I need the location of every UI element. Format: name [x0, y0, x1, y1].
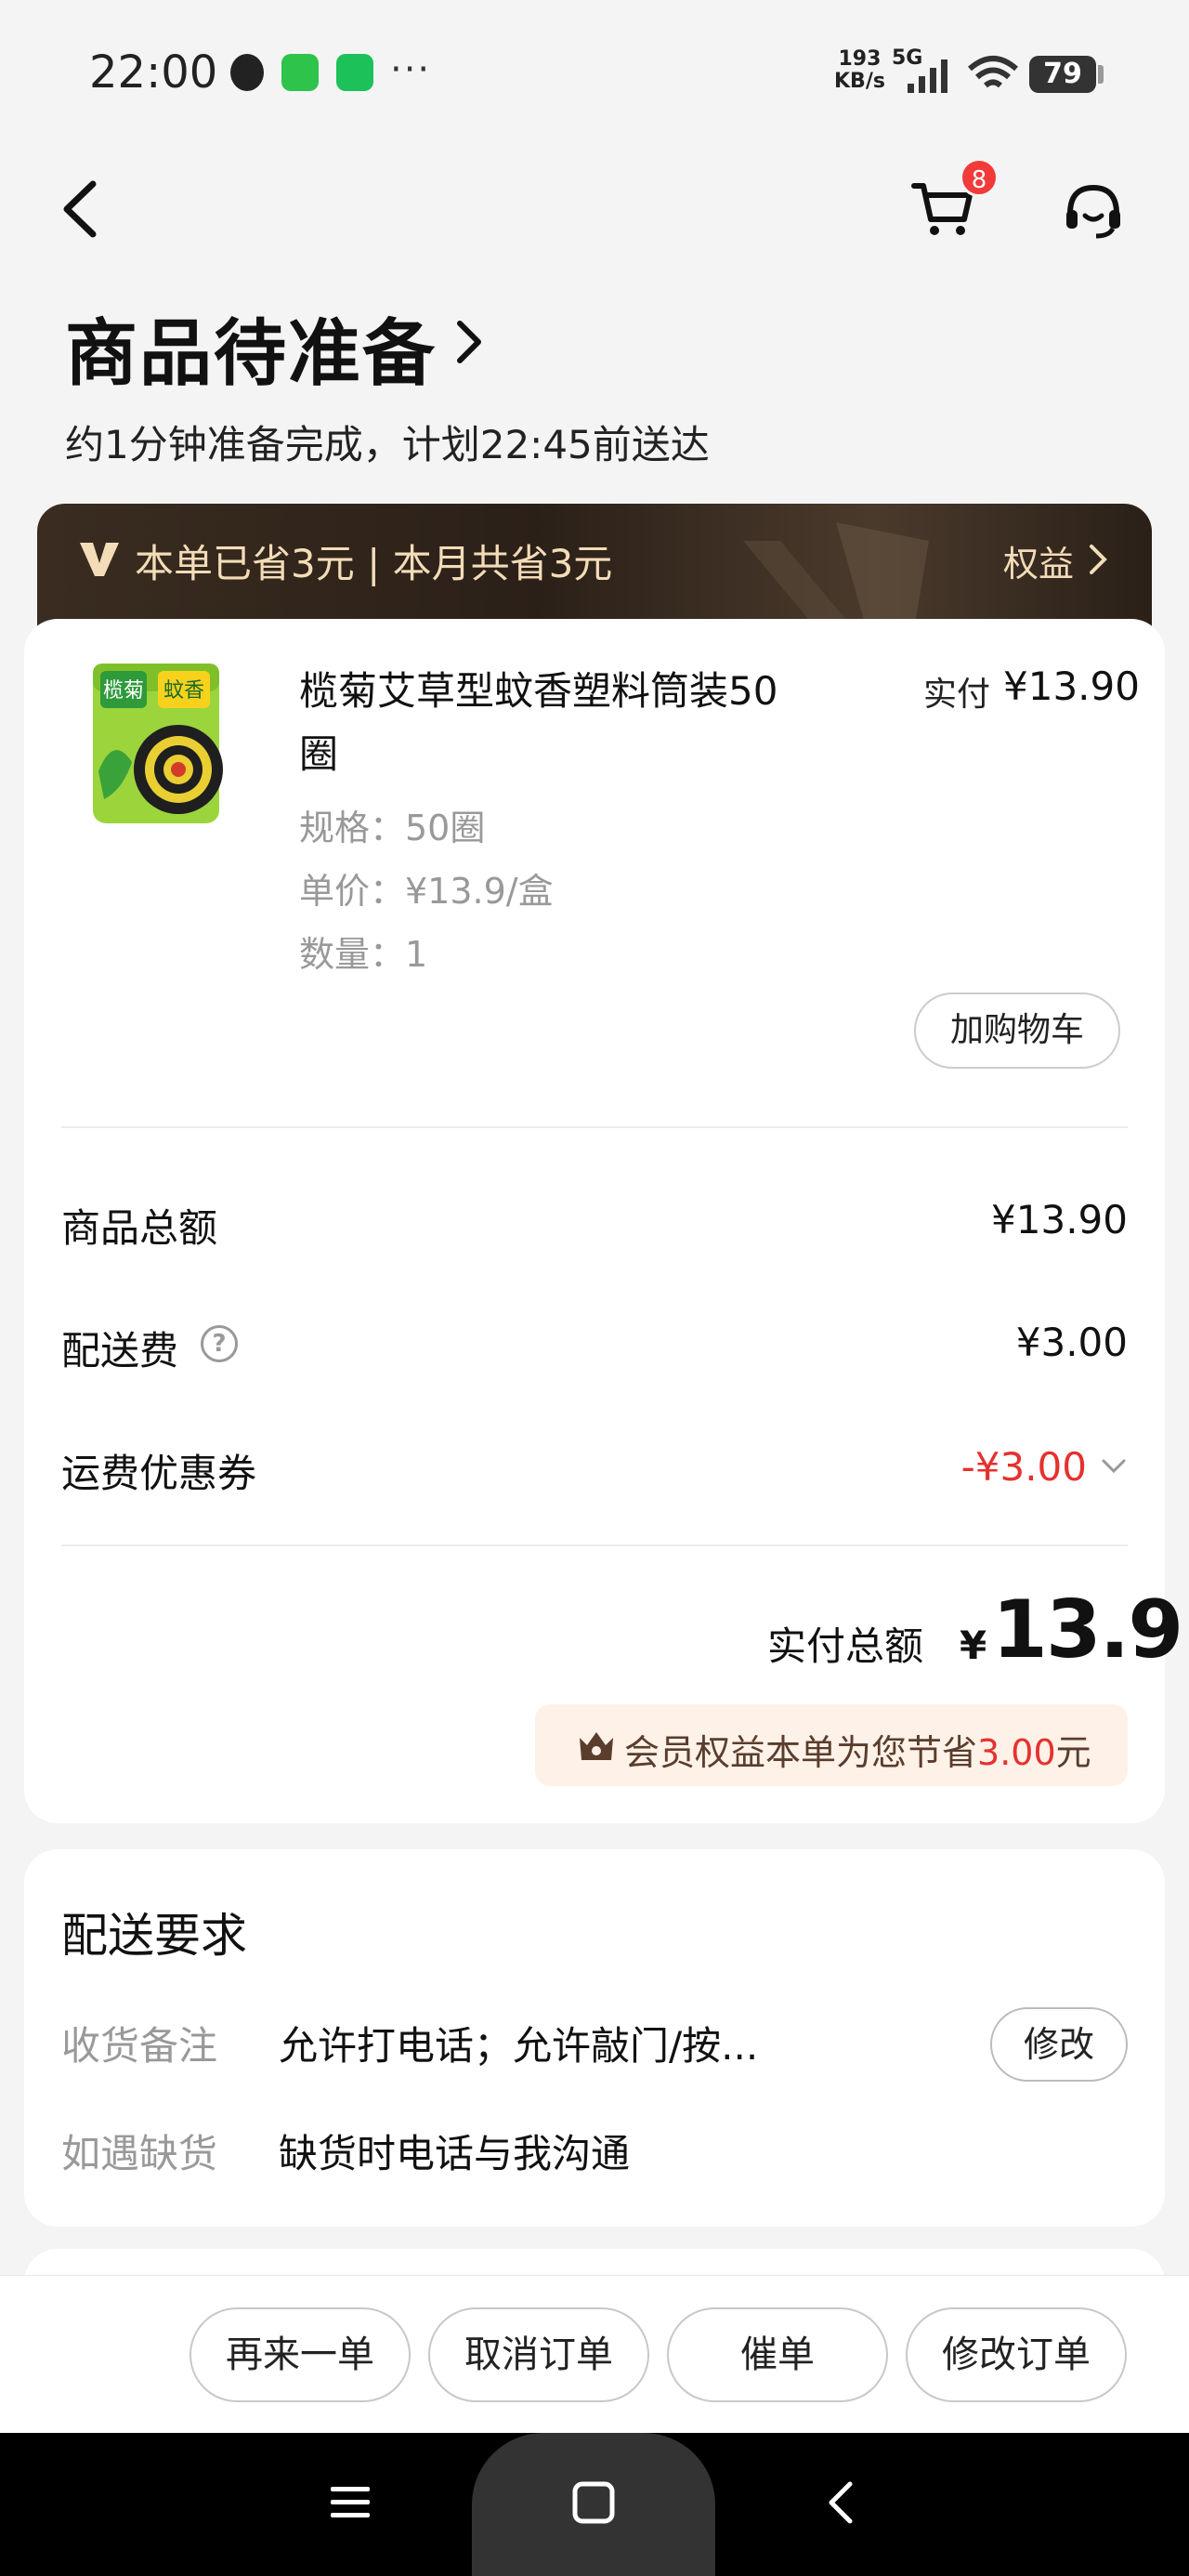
member-savings-text: 会员权益本单为您节省3.00元: [624, 1724, 1091, 1775]
wechat-icon: [336, 54, 373, 91]
customer-service-button[interactable]: [1061, 178, 1126, 243]
product-type-label: 蚊香: [163, 679, 204, 703]
vip-logo-icon: [80, 543, 119, 576]
benefits-link[interactable]: 权益: [1003, 535, 1074, 586]
chevron-down-icon[interactable]: [1100, 1455, 1128, 1478]
savings-text: 本单已省3元 | 本月共省3元: [135, 541, 613, 586]
coupon-value[interactable]: -¥3.00: [961, 1444, 1087, 1490]
member-savings-suffix: 元: [1055, 1732, 1091, 1773]
net-speed-value: 193: [838, 47, 882, 71]
goods-total-value: ¥13.90: [991, 1197, 1128, 1242]
delivery-note-label: 收货备注: [61, 2023, 218, 2069]
page-title[interactable]: 商品待准备: [65, 296, 437, 400]
battery-cap: [1098, 65, 1104, 84]
divider: [61, 1544, 1128, 1546]
coupon-label: 运费优惠券: [61, 1451, 257, 1496]
product-name[interactable]: 榄菊艾草型蚊香塑料筒装50圈: [299, 660, 801, 786]
net-speed: 193 KB/s: [834, 48, 885, 93]
delivery-fee-label: 配送费: [61, 1328, 179, 1373]
product-image[interactable]: 榄菊 蚊香: [85, 660, 227, 827]
signal-icon: [908, 59, 947, 93]
stockout-value: 缺货时电话与我沟通: [279, 2131, 631, 2176]
stockout-label: 如遇缺货: [61, 2131, 218, 2176]
help-icon[interactable]: ?: [201, 1325, 238, 1362]
chevron-right-icon[interactable]: [451, 314, 488, 370]
paid-total-label: 实付总额: [767, 1623, 924, 1669]
net-speed-unit: KB/s: [834, 70, 885, 93]
urge-order-button[interactable]: 催单: [667, 2307, 888, 2402]
goods-total-label: 商品总额: [61, 1205, 218, 1251]
member-savings-prefix: 会员权益本单为您节省: [624, 1732, 978, 1773]
wifi-icon: [968, 56, 1018, 88]
delivery-estimate: 约1分钟准备完成，计划22:45前送达: [65, 422, 710, 467]
product-brand-label: 榄菊: [103, 679, 144, 703]
menu-icon[interactable]: [327, 2479, 373, 2526]
crown-bag-icon: [580, 1732, 613, 1760]
add-to-cart-button[interactable]: 加购物车: [914, 992, 1120, 1069]
headset-icon: [1066, 184, 1120, 239]
battery-icon: 79: [1029, 56, 1096, 93]
modify-order-button[interactable]: 修改订单: [906, 2307, 1127, 2402]
paid-total-currency: ¥: [960, 1623, 987, 1668]
paid-label: 实付: [923, 676, 991, 714]
product-quantity: 数量：1: [299, 934, 428, 975]
qq-icon: [230, 54, 264, 91]
chevron-left-icon: [63, 180, 97, 238]
delivery-note-value: 允许打电话；允许敲门/按...: [279, 2023, 759, 2069]
reorder-button[interactable]: 再来一单: [189, 2307, 411, 2402]
paid-value: ¥13.90: [1003, 664, 1140, 709]
delivery-requirements-title: 配送要求: [61, 1909, 247, 1963]
more-dots-icon: ···: [390, 48, 432, 91]
paid-total-value: 13.9: [992, 1584, 1183, 1676]
cancel-order-button[interactable]: 取消订单: [428, 2307, 649, 2402]
edit-note-button[interactable]: 修改: [990, 2007, 1128, 2082]
back-button[interactable]: [56, 177, 111, 242]
home-icon[interactable]: [570, 2479, 617, 2526]
product-spec: 规格：50圈: [299, 808, 486, 848]
member-savings-amount: 3.00: [977, 1732, 1056, 1773]
cart-badge: 8: [960, 158, 999, 197]
product-unit-price: 单价：¥13.9/盒: [299, 871, 554, 912]
chevron-right-icon: [1090, 545, 1107, 574]
divider: [61, 1126, 1128, 1128]
message-icon: [281, 54, 319, 91]
nav-back-icon[interactable]: [822, 2479, 859, 2526]
delivery-fee-value: ¥3.00: [1015, 1320, 1128, 1365]
status-time: 22:00: [89, 46, 218, 99]
